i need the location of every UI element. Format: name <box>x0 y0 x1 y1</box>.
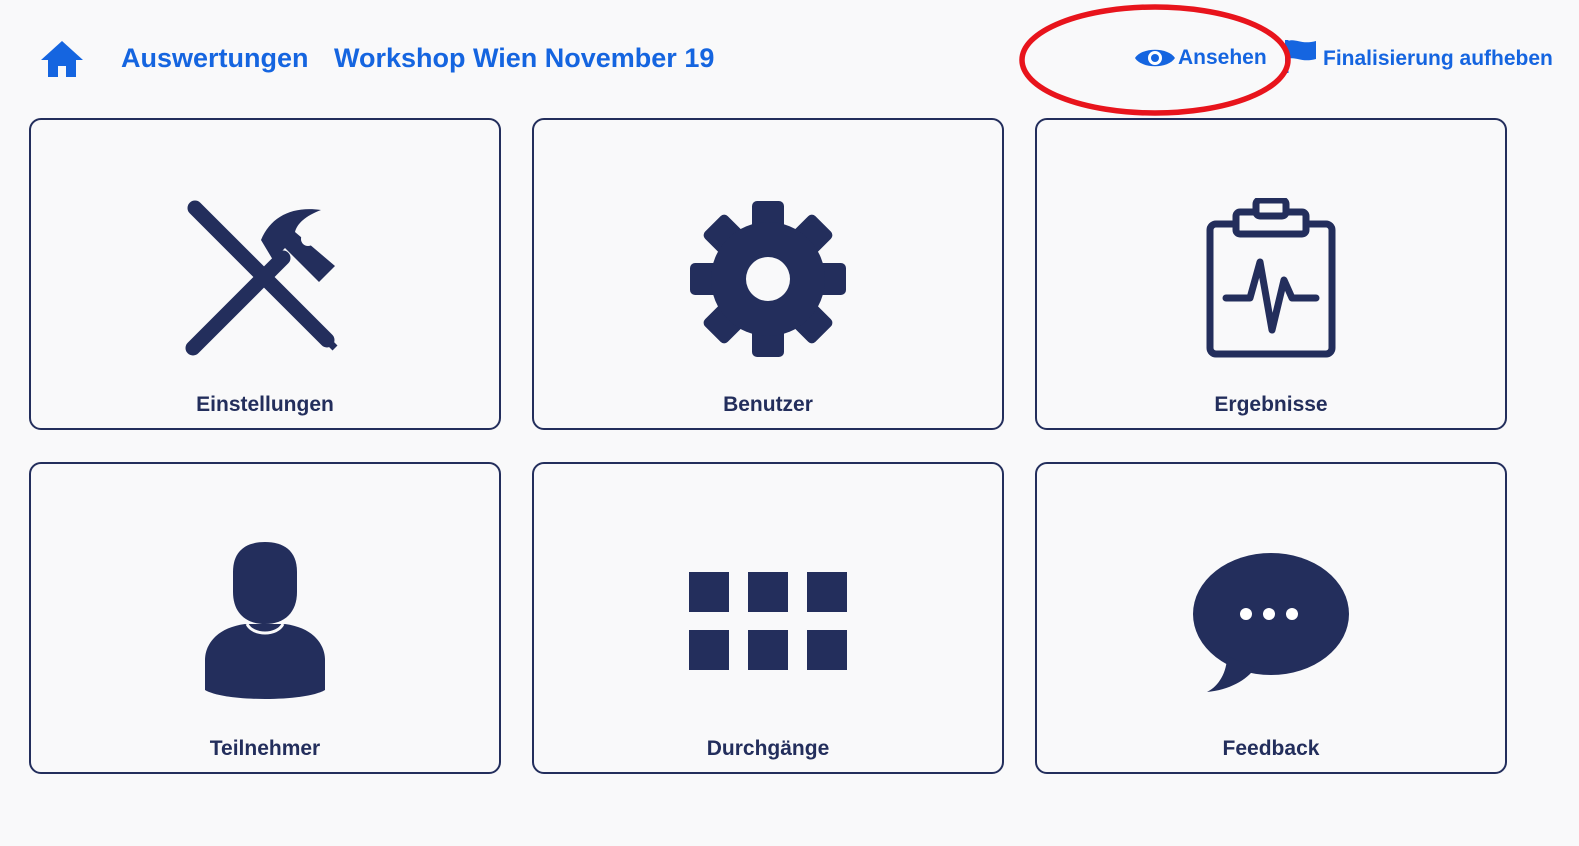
tile-feedback[interactable]: Feedback <box>1035 462 1507 774</box>
tile-label: Benutzer <box>723 393 813 416</box>
flag-icon <box>1285 40 1316 73</box>
tile-participants[interactable]: Teilnehmer <box>29 462 501 774</box>
breadcrumb-evaluations[interactable]: Auswertungen <box>121 42 309 74</box>
tile-label: Einstellungen <box>196 393 334 416</box>
tile-label: Feedback <box>1222 737 1320 760</box>
tile-label: Ergebnisse <box>1214 393 1328 416</box>
clipboard-pulse-icon <box>1206 198 1336 358</box>
tile-label: Durchgänge <box>706 737 830 760</box>
top-bar: Auswertungen Workshop Wien November 19 A… <box>0 0 1579 116</box>
tools-icon <box>185 200 338 356</box>
tile-label: Teilnehmer <box>209 737 321 760</box>
breadcrumb-workshop[interactable]: Workshop Wien November 19 <box>334 42 714 74</box>
tile-users[interactable]: Benutzer <box>532 118 1004 430</box>
gear-icon <box>690 201 846 357</box>
view-button[interactable]: Ansehen <box>1134 44 1267 72</box>
eye-icon <box>1135 49 1175 67</box>
unfinalize-label: Finalisierung aufheben <box>1323 47 1553 70</box>
user-icon <box>205 542 325 699</box>
tile-results[interactable]: Ergebnisse <box>1035 118 1507 430</box>
speech-bubble-icon <box>1193 553 1349 692</box>
tile-settings[interactable]: Einstellungen <box>29 118 501 430</box>
view-label: Ansehen <box>1178 46 1267 69</box>
unfinalize-button[interactable]: Finalisierung aufheben <box>1284 38 1553 74</box>
grid-icon <box>689 572 847 670</box>
tile-rounds[interactable]: Durchgänge <box>532 462 1004 774</box>
home-icon[interactable] <box>40 40 84 78</box>
